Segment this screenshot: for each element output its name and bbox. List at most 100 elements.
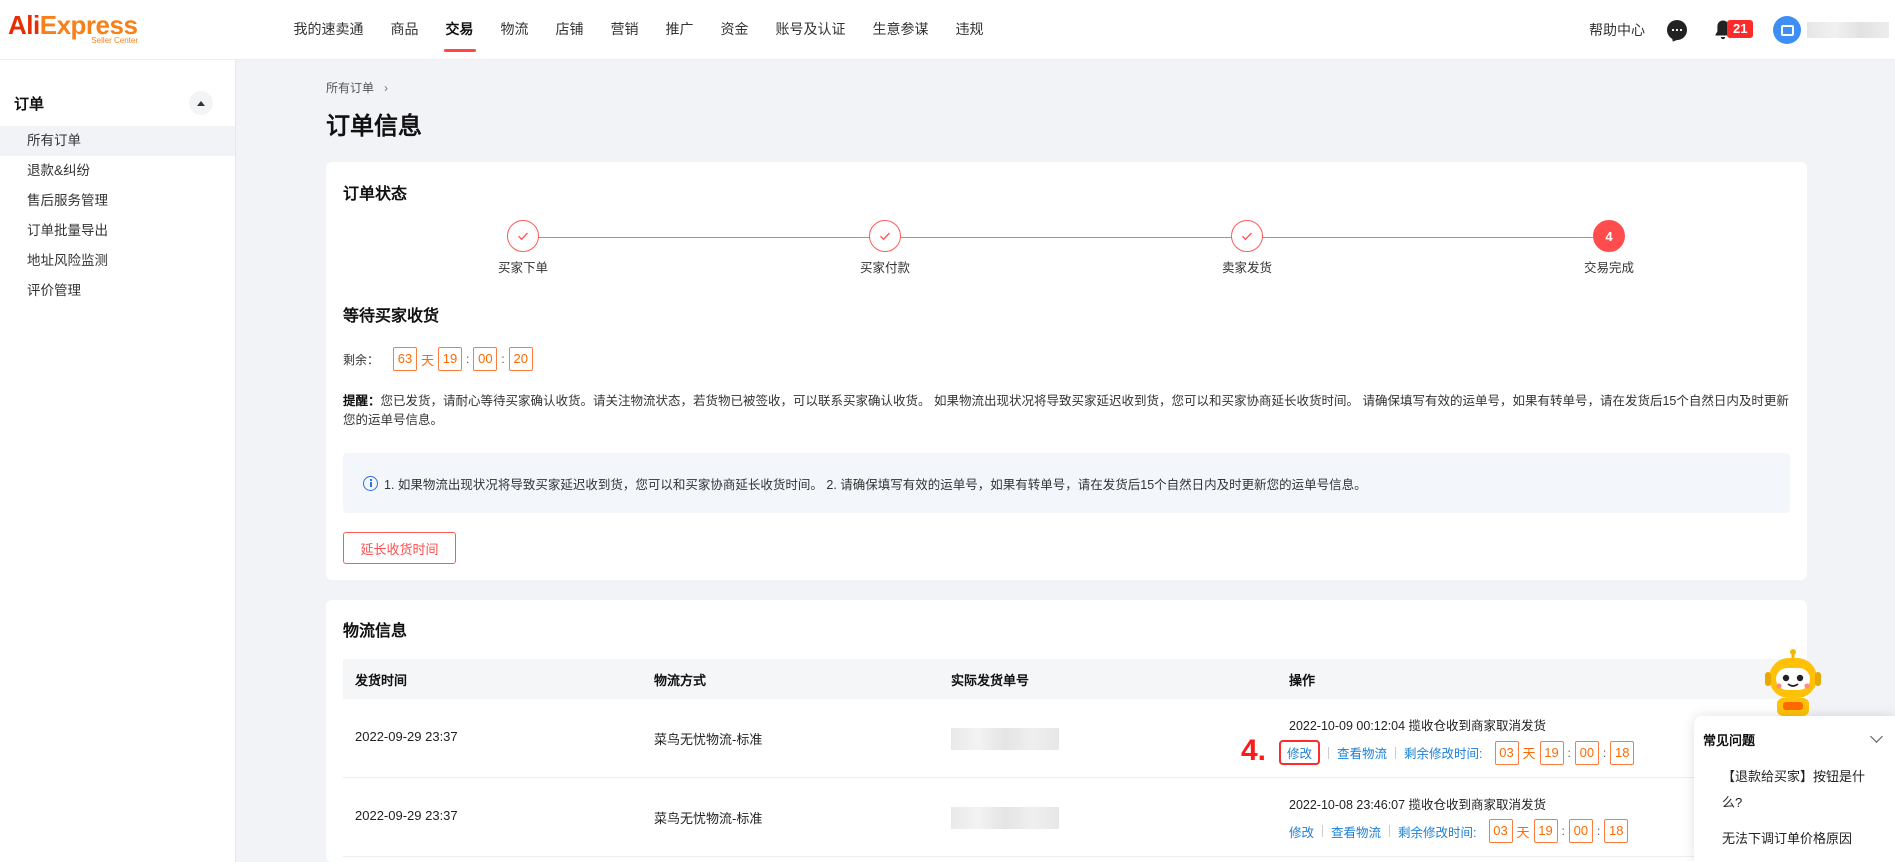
sidebar-item-refunds-disputes[interactable]: 退款&纠纷 (0, 156, 235, 186)
edit-link[interactable]: 修改 (1279, 740, 1321, 765)
sidebar-section-orders[interactable]: 订单 (0, 80, 235, 126)
info-icon (363, 475, 378, 491)
timer-day-unit: 天 (1516, 824, 1530, 840)
edit-link[interactable]: 修改 (1289, 822, 1314, 841)
step-buyer-pay: 买家付款 (825, 220, 945, 276)
timer-minutes: 00 (1568, 819, 1593, 843)
row-actions: 2022-10-08 23:46:07 揽收仓收到商家取消发货 修改 查看物流 … (1289, 794, 1629, 843)
collapse-arrow-icon[interactable] (189, 91, 213, 115)
nav-item-trade[interactable]: 交易 (432, 0, 487, 60)
nav-item-logistics[interactable]: 物流 (487, 0, 542, 60)
timer-minutes: 00 (1574, 740, 1599, 765)
step-annotation: 4. (1241, 734, 1267, 767)
timer-minutes: 00 (473, 347, 498, 371)
faq-panel: 常见问题 【退款给买家】按钮是什么? 无法下调订单价格原因 (1694, 716, 1895, 862)
sidebar-item-all-orders[interactable]: 所有订单 (0, 126, 235, 156)
timer-seconds: 20 (508, 347, 533, 371)
order-status-title: 订单状态 (343, 186, 408, 203)
chat-icon[interactable] (1667, 20, 1687, 40)
breadcrumb-all-orders[interactable]: 所有订单 (326, 81, 374, 95)
help-center-link[interactable]: 帮助中心 (1589, 20, 1645, 40)
nav-item-account[interactable]: 账号及认证 (762, 0, 859, 60)
row-actions: 2022-10-09 00:12:04 揽收仓收到商家取消发货 4. 修改 查看… (1241, 715, 1635, 767)
timer-day-unit: 天 (421, 352, 435, 368)
check-icon (1231, 220, 1263, 252)
username-redacted (1807, 22, 1889, 38)
timer-seconds: 18 (1610, 740, 1635, 765)
timer-hours: 19 (1539, 740, 1564, 765)
info-notice: 1. 如果物流出现状况将导致买家延迟收到货，您可以和买家协商延长收货时间。 2.… (343, 453, 1790, 513)
store-icon (1780, 24, 1794, 36)
page-title: 订单信息 (326, 113, 422, 140)
table-row: 2022-09-29 23:37 菜鸟无忧物流-标准 2022-10-09 00… (343, 699, 1790, 778)
timer-hours: 19 (438, 347, 463, 371)
extend-receipt-time-button[interactable]: 延长收货时间 (343, 532, 456, 564)
nav-item-marketing[interactable]: 营销 (597, 0, 652, 60)
assistant-robot-icon[interactable] (1759, 646, 1827, 718)
step-buyer-order: 买家下单 (463, 220, 583, 276)
notification-count-badge: 21 (1727, 20, 1754, 38)
step-seller-ship: 卖家发货 (1187, 220, 1307, 276)
chevron-down-icon[interactable] (1870, 730, 1883, 743)
progress-line (523, 237, 1593, 238)
sidebar-item-reviews[interactable]: 评价管理 (0, 276, 235, 306)
faq-question-refund-button[interactable]: 【退款给买家】按钮是什么? (1722, 764, 1882, 816)
ship-time: 2022-09-29 23:37 (355, 808, 458, 823)
reminder-label: 提醒： (343, 394, 381, 408)
ship-time: 2022-09-29 23:37 (355, 729, 458, 744)
waiting-receipt-title: 等待买家收货 (343, 308, 440, 325)
remaining-edit-time-label: 剩余修改时间: (1398, 825, 1477, 840)
nav-item-violations[interactable]: 违规 (942, 0, 997, 60)
aliexpress-logo[interactable]: AliExpress Seller Center (8, 12, 138, 46)
view-logistics-link[interactable]: 查看物流 (1331, 822, 1381, 841)
main-nav: 我的速卖通 商品 交易 物流 店铺 营销 推广 资金 账号及认证 生意参谋 违规 (280, 0, 997, 60)
nav-item-funds[interactable]: 资金 (707, 0, 762, 60)
notification-bell-icon[interactable]: 21 (1713, 19, 1754, 41)
step-trade-complete: 4 交易完成 (1549, 220, 1669, 276)
sidebar-item-batch-export[interactable]: 订单批量导出 (0, 216, 235, 246)
tracking-number-redacted (951, 807, 1059, 829)
nav-item-store[interactable]: 店铺 (542, 0, 597, 60)
timer-hours: 19 (1533, 819, 1558, 843)
col-tracking-number: 实际发货单号 (951, 673, 1030, 688)
col-ship-time: 发货时间 (355, 673, 408, 688)
view-logistics-link[interactable]: 查看物流 (1337, 743, 1387, 762)
logo-subtitle: Seller Center (91, 36, 138, 45)
timer-days: 63 (393, 347, 418, 371)
remaining-label: 剩余： (343, 352, 380, 367)
info-notice-text: 1. 如果物流出现状况将导致买家延迟收到货，您可以和买家协商延长收货时间。 2.… (384, 477, 1367, 492)
step-number: 4 (1593, 220, 1625, 252)
nav-item-promotion[interactable]: 推广 (652, 0, 707, 60)
check-icon (869, 220, 901, 252)
timer-day-unit: 天 (1522, 746, 1536, 761)
top-navigation-bar: AliExpress Seller Center 我的速卖通 商品 交易 物流 … (0, 0, 1895, 60)
nav-item-products[interactable]: 商品 (377, 0, 432, 60)
logistics-method: 菜鸟无忧物流-标准 (654, 732, 763, 747)
tracking-number-redacted (951, 728, 1059, 750)
timer-days: 03 (1488, 819, 1513, 843)
sidebar-section-title: 订单 (14, 95, 45, 113)
sidebar-item-after-sales[interactable]: 售后服务管理 (0, 186, 235, 216)
remaining-time: 剩余： 63 天 19 : 00 : 20 (343, 347, 533, 371)
breadcrumb: 所有订单 › (326, 79, 388, 96)
sidebar-item-address-risk[interactable]: 地址风险监测 (0, 246, 235, 276)
remaining-edit-time-label: 剩余修改时间: (1404, 747, 1483, 761)
col-logistics-method: 物流方式 (654, 673, 707, 688)
logistics-method: 菜鸟无忧物流-标准 (654, 811, 763, 826)
logistics-title: 物流信息 (343, 623, 408, 640)
nav-item-business-advisor[interactable]: 生意参谋 (859, 0, 942, 60)
faq-title: 常见问题 (1703, 733, 1756, 748)
logistics-table-header: 发货时间 物流方式 实际发货单号 操作 (343, 659, 1790, 699)
logistics-card: 物流信息 发货时间 物流方式 实际发货单号 操作 2022-09-29 23:3… (326, 600, 1807, 862)
check-icon (507, 220, 539, 252)
chevron-right-icon: › (384, 81, 389, 95)
timer-seconds: 18 (1604, 819, 1629, 843)
faq-question-price-adjust[interactable]: 无法下调订单价格原因 (1722, 828, 1852, 847)
sidebar: 订单 所有订单 退款&纠纷 售后服务管理 订单批量导出 地址风险监测 评价管理 (0, 60, 236, 862)
nav-item-my-aliexpress[interactable]: 我的速卖通 (280, 0, 377, 60)
avatar[interactable] (1773, 16, 1801, 44)
reminder-text: 提醒：您已发货，请耐心等待买家确认收货。请关注物流状态，若货物已被签收，可以联系… (343, 392, 1793, 430)
logistics-note: 2022-10-09 00:12:04 揽收仓收到商家取消发货 (1289, 719, 1547, 733)
col-actions: 操作 (1289, 673, 1316, 688)
logistics-note: 2022-10-08 23:46:07 揽收仓收到商家取消发货 (1289, 798, 1547, 812)
